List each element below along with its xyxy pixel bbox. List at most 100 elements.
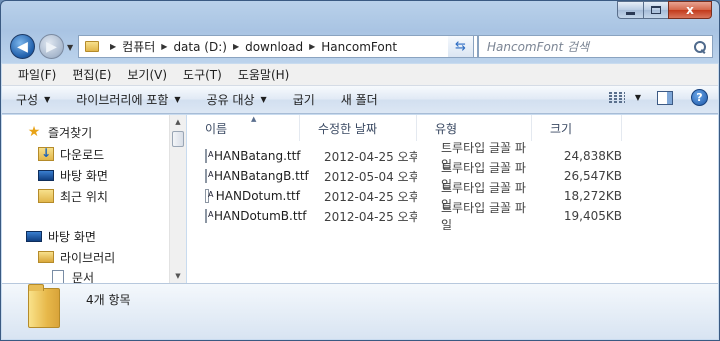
file-modified: 2012-05-04 오후... bbox=[324, 169, 417, 184]
tree-item-downloads[interactable]: 다운로드 bbox=[38, 145, 104, 163]
refresh-icon: ⇆ bbox=[455, 39, 466, 54]
item-count: 4개 항목 bbox=[86, 293, 131, 307]
file-modified: 2012-04-25 오후... bbox=[324, 149, 417, 164]
preview-pane-icon[interactable] bbox=[657, 90, 673, 105]
navigation-pane: ★ 즐겨찾기 다운로드 바탕 화면 최근 위치 바탕 화면 라이브러리 문서 bbox=[2, 115, 186, 283]
file-name: HANDotumB.ttf bbox=[214, 209, 307, 223]
share-with-button[interactable]: 공유 대상 ▼ bbox=[207, 91, 267, 108]
column-headers: 이름 수정한 날짜 유형 크기 bbox=[187, 115, 718, 141]
tree-label: 문서 bbox=[72, 270, 95, 284]
tree-label: 바탕 화면 bbox=[48, 229, 96, 244]
file-list: ▲ 이름 수정한 날짜 유형 크기 HANBatang.ttf 2012-04-… bbox=[187, 115, 718, 283]
column-header-type[interactable]: 유형 bbox=[417, 115, 532, 141]
chevron-right-icon[interactable]: ▶ bbox=[110, 42, 116, 51]
tree-item-libraries[interactable]: 라이브러리 bbox=[38, 248, 115, 266]
search-icon[interactable] bbox=[694, 40, 706, 53]
file-name-cell: HANBatang.ttf bbox=[187, 149, 301, 163]
address-bar[interactable]: ▶ 컴퓨터 ▶ data (D:) ▶ download ▶ HancomFon… bbox=[78, 35, 478, 58]
search-input[interactable]: HancomFont 검색 bbox=[478, 35, 713, 58]
breadcrumb-download[interactable]: download bbox=[245, 40, 303, 54]
chevron-down-icon: ▼ bbox=[260, 95, 267, 104]
navigation-bar: ◀ ▶ ▼ ▶ 컴퓨터 ▶ data (D:) ▶ download ▶ Han… bbox=[10, 34, 713, 60]
search-placeholder: HancomFont 검색 bbox=[487, 40, 590, 54]
file-name-cell: HANBatangB.ttf bbox=[187, 169, 309, 183]
scroll-up-icon[interactable]: ▲ bbox=[170, 115, 186, 129]
help-icon[interactable]: ? bbox=[691, 89, 708, 106]
new-folder-button[interactable]: 새 폴더 bbox=[341, 91, 378, 108]
back-button[interactable]: ◀ bbox=[10, 34, 35, 59]
tree-label: 바탕 화면 bbox=[60, 168, 108, 183]
font-file-icon bbox=[205, 149, 213, 163]
menu-tools[interactable]: 도구(T) bbox=[175, 66, 230, 83]
breadcrumb-hancomfont[interactable]: HancomFont bbox=[321, 40, 397, 54]
view-dropdown-icon[interactable]: ▼ bbox=[635, 93, 641, 102]
burn-button[interactable]: 굽기 bbox=[293, 91, 315, 108]
include-in-library-button[interactable]: 라이브러리에 포함 ▼ bbox=[76, 91, 180, 108]
tree-item-desktop[interactable]: 바탕 화면 bbox=[26, 227, 96, 245]
desktop-icon bbox=[38, 169, 54, 181]
font-file-icon bbox=[205, 209, 213, 223]
file-size: 18,272KB bbox=[563, 189, 622, 203]
column-header-modified[interactable]: 수정한 날짜 bbox=[300, 115, 417, 141]
arrow-right-icon: ▶ bbox=[46, 38, 57, 55]
tree-item-desktop-favorite[interactable]: 바탕 화면 bbox=[38, 166, 108, 184]
menu-edit[interactable]: 편집(E) bbox=[64, 66, 119, 83]
tree-label: 즐겨찾기 bbox=[48, 125, 93, 140]
file-modified: 2012-04-25 오후... bbox=[324, 189, 417, 204]
folder-icon bbox=[85, 41, 99, 52]
file-name-cell: HANDotum.ttf bbox=[187, 189, 300, 203]
column-header-name[interactable]: 이름 bbox=[187, 115, 300, 141]
menu-file[interactable]: 파일(F) bbox=[10, 66, 64, 83]
file-type: 트루타입 글꼴 파일 bbox=[441, 201, 526, 232]
file-name: HANBatangB.ttf bbox=[214, 169, 309, 183]
burn-label: 굽기 bbox=[292, 93, 315, 107]
refresh-button[interactable]: ⇆ bbox=[448, 35, 474, 58]
tree-item-documents[interactable]: 문서 bbox=[50, 268, 94, 283]
command-bar: 구성 ▼ 라이브러리에 포함 ▼ 공유 대상 ▼ 굽기 새 폴더 ▼ ? bbox=[2, 86, 718, 114]
library-icon bbox=[38, 251, 54, 263]
chevron-right-icon[interactable]: ▶ bbox=[233, 42, 239, 51]
menu-help[interactable]: 도움말(H) bbox=[230, 66, 298, 83]
organize-label: 구성 bbox=[16, 93, 39, 107]
include-in-library-label: 라이브러리에 포함 bbox=[76, 93, 169, 107]
file-size: 24,838KB bbox=[563, 149, 622, 163]
close-icon: x bbox=[686, 3, 694, 17]
folder-icon bbox=[28, 284, 60, 328]
maximize-button[interactable] bbox=[643, 1, 668, 19]
font-file-icon bbox=[205, 189, 213, 203]
navigation-scrollbar[interactable]: ▲ ▼ bbox=[169, 115, 186, 283]
chevron-right-icon[interactable]: ▶ bbox=[309, 42, 315, 51]
chevron-right-icon[interactable]: ▶ bbox=[161, 42, 167, 51]
share-with-label: 공유 대상 bbox=[206, 93, 255, 107]
details-pane: 4개 항목 bbox=[2, 283, 718, 339]
view-details-icon[interactable] bbox=[608, 91, 625, 104]
tree-item-favorites[interactable]: ★ 즐겨찾기 bbox=[26, 123, 92, 141]
tree-item-recent-places[interactable]: 최근 위치 bbox=[38, 187, 108, 205]
tree-label: 다운로드 bbox=[60, 147, 105, 162]
arrow-left-icon: ◀ bbox=[17, 38, 28, 55]
organize-button[interactable]: 구성 ▼ bbox=[16, 91, 50, 108]
font-file-icon bbox=[205, 169, 213, 183]
close-button[interactable]: x bbox=[668, 1, 712, 19]
column-header-size[interactable]: 크기 bbox=[532, 115, 622, 141]
file-name-cell: HANDotumB.ttf bbox=[187, 209, 306, 223]
caption-buttons: x bbox=[617, 1, 712, 19]
breadcrumb-computer[interactable]: 컴퓨터 bbox=[122, 38, 155, 55]
forward-button[interactable]: ▶ bbox=[39, 34, 64, 59]
file-row[interactable]: HANDotumB.ttf 2012-04-25 오후... 트루타입 글꼴 파… bbox=[187, 201, 718, 232]
scroll-thumb[interactable] bbox=[172, 131, 184, 147]
menu-bar: 파일(F) 편집(E) 보기(V) 도구(T) 도움말(H) bbox=[2, 64, 718, 86]
breadcrumb-data-drive[interactable]: data (D:) bbox=[173, 40, 227, 54]
maximize-icon bbox=[651, 6, 661, 14]
recent-places-icon bbox=[38, 189, 54, 203]
explorer-window: x ◀ ▶ ▼ ▶ 컴퓨터 ▶ data (D:) ▶ download ▶ H… bbox=[0, 0, 720, 341]
chevron-down-icon: ▼ bbox=[44, 95, 51, 104]
star-icon: ★ bbox=[27, 124, 41, 140]
scroll-down-icon[interactable]: ▼ bbox=[170, 269, 186, 283]
minimize-button[interactable] bbox=[617, 1, 643, 19]
menu-view[interactable]: 보기(V) bbox=[119, 66, 175, 83]
recent-pages-dropdown[interactable]: ▼ bbox=[67, 43, 73, 52]
desktop-icon bbox=[26, 230, 42, 242]
chevron-down-icon: ▼ bbox=[174, 95, 181, 104]
file-size: 19,405KB bbox=[563, 209, 622, 223]
